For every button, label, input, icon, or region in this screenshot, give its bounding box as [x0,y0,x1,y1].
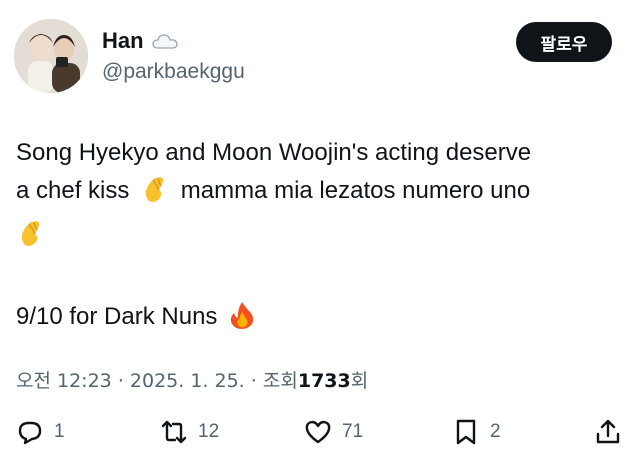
tweet-text: Song Hyekyo and Moon Woojin's acting des… [16,134,616,342]
retweet-icon [161,420,187,444]
pinched-fingers-emoji [140,174,170,216]
action-bar: 1 12 71 2 [0,418,640,458]
like-count: 71 [342,421,364,442]
author-display-name[interactable]: Han [102,28,144,54]
share-icon [596,419,620,444]
bookmark-icon [456,419,476,445]
tweet-header: Han @parkbaekggu 팔로우 [0,0,640,110]
tweet-text-segment: a chef kiss [16,177,130,204]
tweet-date[interactable]: 2025. 1. 25. [130,370,245,392]
reply-button[interactable]: 1 [16,418,65,446]
author-handle[interactable]: @parkbaekggu [102,60,245,84]
tweet-text-segment: mamma mia lezatos numero uno [180,177,531,204]
tweet-line-2: a chef kiss mamma mia lezatos numero uno [16,172,616,216]
tweet-meta: 오전 12:23 · 2025. 1. 25. · 조회1733회 [16,366,368,393]
tweet-time[interactable]: 오전 12:23 [16,370,112,392]
tweet-line-1: Song Hyekyo and Moon Woojin's acting des… [16,139,532,166]
retweet-count: 12 [198,421,220,442]
heart-icon [305,420,331,444]
tweet-line-5: 9/10 for Dark Nuns [16,298,616,342]
avatar-photo [14,19,88,93]
retweet-button[interactable]: 12 [160,418,219,446]
tweet-text-segment: 9/10 for Dark Nuns [16,303,218,330]
reply-icon [18,421,42,445]
tweet-line-3 [16,216,616,260]
meta-separator: · [117,370,124,392]
avatar[interactable] [14,19,88,93]
views-prefix: 조회 [262,370,298,392]
views-count: 1733 [297,370,351,392]
cloud-icon [151,32,178,50]
reply-count: 1 [54,421,65,442]
author-name-row: Han [102,28,178,54]
fire-emoji [228,300,256,342]
like-button[interactable]: 71 [304,418,363,446]
pinched-fingers-emoji [16,218,46,260]
bookmark-button[interactable]: 2 [452,418,501,446]
bookmark-count: 2 [490,421,501,442]
share-button[interactable] [594,418,622,446]
views-suffix: 회 [350,370,369,392]
follow-button[interactable]: 팔로우 [516,22,612,62]
meta-separator: · [250,370,257,392]
